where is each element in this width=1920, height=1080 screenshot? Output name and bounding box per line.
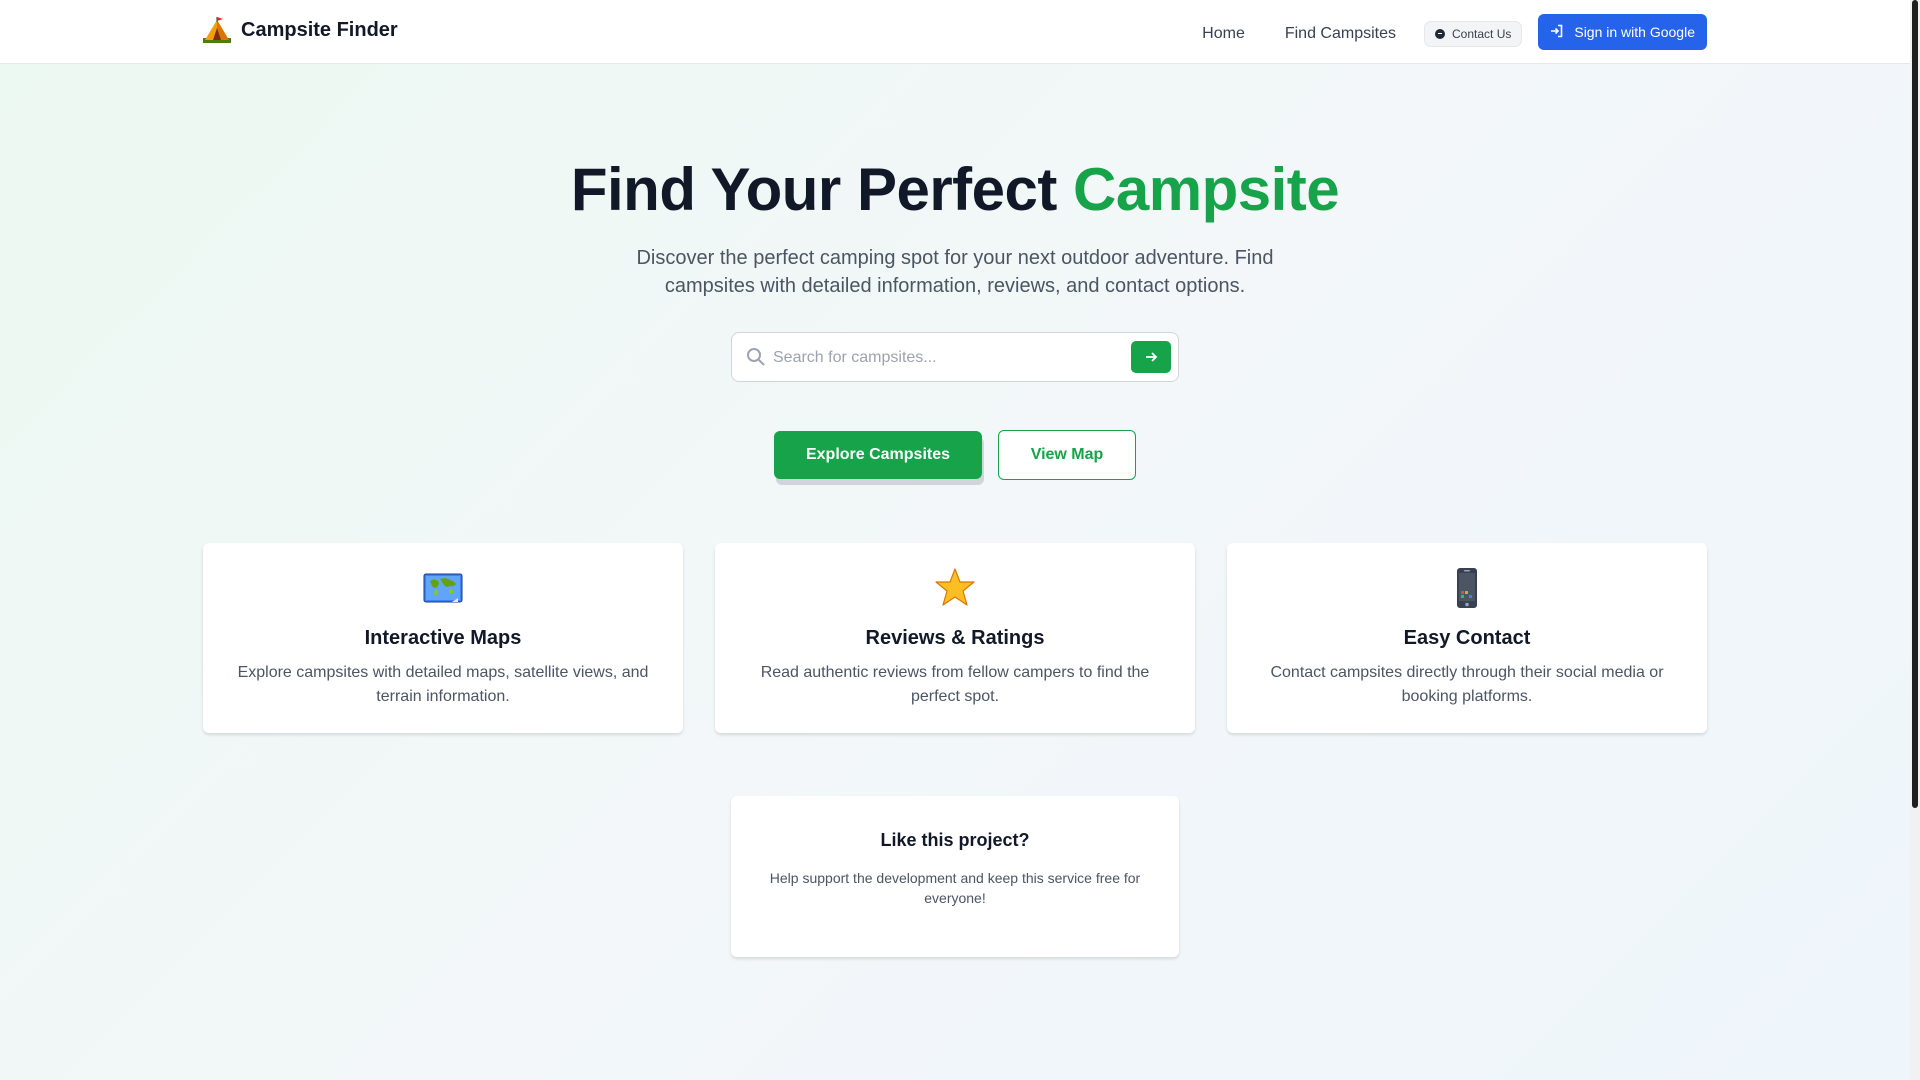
arrow-right-icon (1144, 350, 1158, 369)
feature-card-maps: Interactive Maps Explore campsites with … (203, 543, 683, 733)
nav-find-campsites[interactable]: Find Campsites (1285, 25, 1396, 43)
star-icon (715, 567, 1195, 609)
hero-title-main: Find Your Perfect (570, 156, 1058, 223)
feature-description: Explore campsites with detailed maps, sa… (237, 664, 649, 705)
hero-title: Find Your Perfect Campsite (0, 155, 1910, 224)
nav-home[interactable]: Home (1202, 25, 1245, 43)
feature-title: Interactive Maps (364, 627, 522, 649)
feature-description: Contact campsites directly through their… (1270, 664, 1664, 705)
feature-title: Reviews & Ratings (865, 627, 1045, 649)
support-card: Like this project? Help support the deve… (731, 796, 1179, 957)
support-text: Help support the development and keep th… (769, 870, 1141, 906)
tent-icon (203, 16, 231, 44)
sign-in-label: Sign in with Google (1574, 24, 1695, 40)
scrollbar-track[interactable] (1910, 0, 1920, 1080)
top-navbar: Campsite Finder Home Find Campsites Cont… (0, 0, 1910, 64)
search-icon (746, 347, 766, 367)
feature-description: Read authentic reviews from fellow campe… (760, 664, 1150, 705)
search-submit-button[interactable] (1131, 341, 1171, 373)
contact-us-label: Contact Us (1452, 26, 1512, 41)
view-map-button[interactable]: View Map (998, 430, 1136, 480)
chat-bubble-icon (1435, 28, 1445, 39)
mobile-phone-icon (1227, 567, 1707, 609)
feature-card-reviews: Reviews & Ratings Read authentic reviews… (715, 543, 1195, 733)
page: Campsite Finder Home Find Campsites Cont… (0, 0, 1910, 1080)
contact-us-button[interactable]: Contact Us (1424, 20, 1523, 47)
search-input[interactable] (773, 343, 1113, 373)
hero-subtitle: Discover the perfect camping spot for yo… (636, 247, 1274, 297)
feature-title: Easy Contact (1403, 627, 1531, 649)
main-nav: Home Find Campsites Contact Us Sign in w… (1202, 14, 1707, 50)
feature-card-contact: Easy Contact Contact campsites directly … (1227, 543, 1707, 733)
world-map-icon (203, 567, 683, 609)
explore-campsites-button[interactable]: Explore Campsites (774, 431, 982, 479)
sign-in-icon (1550, 24, 1564, 41)
search-bar (731, 332, 1179, 382)
scrollbar-thumb[interactable] (1912, 0, 1918, 808)
sign-in-google-button[interactable]: Sign in with Google (1538, 14, 1707, 50)
brand-name: Campsite Finder (241, 18, 398, 41)
support-title: Like this project? (880, 830, 1030, 850)
hero-title-accent: Campsite (1073, 156, 1340, 223)
brand-logo[interactable]: Campsite Finder (203, 16, 398, 44)
